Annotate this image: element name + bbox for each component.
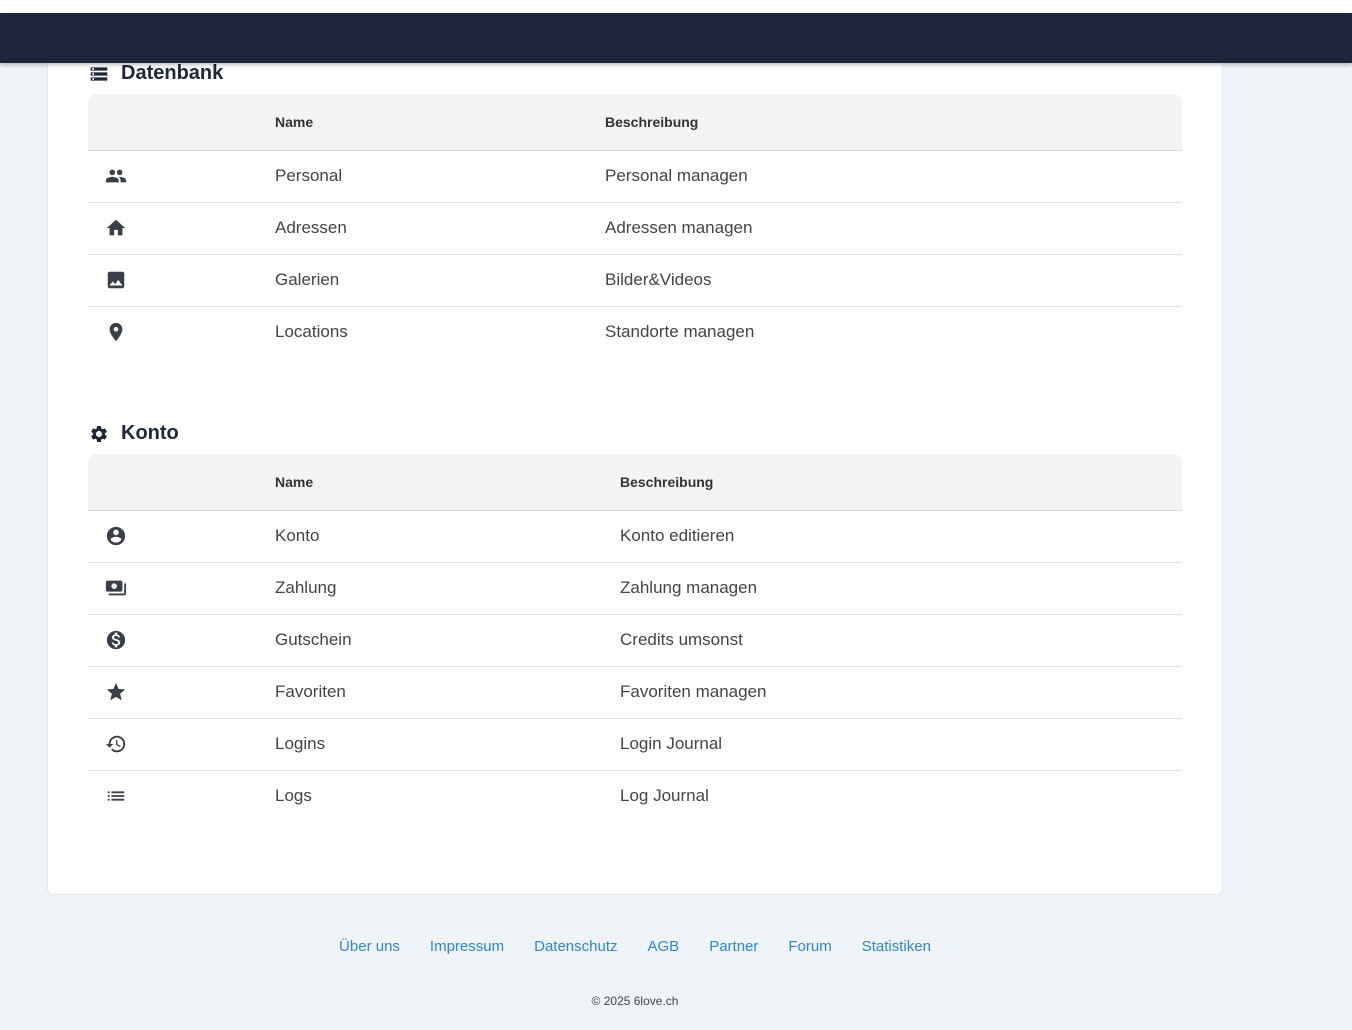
row-description: Credits umsonst <box>620 614 1182 667</box>
table-row-adressen[interactable]: Adressen Adressen managen <box>88 202 1182 255</box>
footer-link-agb[interactable]: AGB <box>648 938 680 955</box>
account-circle-icon <box>106 526 126 546</box>
row-name: Adressen <box>275 202 605 255</box>
row-name: Galerien <box>275 254 605 307</box>
table-row-logins[interactable]: Logins Login Journal <box>88 718 1182 771</box>
footer-link-ueber-uns[interactable]: Über uns <box>339 938 400 955</box>
image-icon <box>107 271 125 289</box>
footer-link-partner[interactable]: Partner <box>709 938 758 955</box>
row-description: Bilder&Videos <box>605 254 1182 307</box>
copyright: © 2025 6love.ch <box>591 994 679 1008</box>
row-description: Standorte managen <box>605 322 755 342</box>
footer-link-datenschutz[interactable]: Datenschutz <box>534 938 617 955</box>
location-pin-icon <box>109 323 123 342</box>
row-description: Personal managen <box>605 150 1182 203</box>
footer-link-statistiken[interactable]: Statistiken <box>862 938 931 955</box>
section-title-datenbank: Datenbank <box>89 62 223 85</box>
row-name: Zahlung <box>275 562 620 615</box>
table-row-zahlung[interactable]: Zahlung Zahlung managen <box>88 562 1182 615</box>
header-name: Name <box>275 454 620 511</box>
row-name: Personal <box>275 150 605 203</box>
table-row-gutschein[interactable]: Gutschein Credits umsonst <box>88 614 1182 667</box>
footer-links: Über uns Impressum Datenschutz AGB Partn… <box>0 938 1270 955</box>
table-row-locations[interactable]: Locations Standorte managen <box>88 306 1182 358</box>
table-row-konto[interactable]: Konto Konto editieren <box>88 510 1182 563</box>
top-strip <box>0 0 1352 13</box>
row-name: Konto <box>275 510 620 563</box>
header-icon-cell <box>88 454 275 511</box>
row-name: Gutschein <box>275 614 620 667</box>
row-description: Login Journal <box>620 718 1182 771</box>
row-description: Adressen managen <box>605 202 1182 255</box>
row-description: Log Journal <box>620 786 709 806</box>
konto-table: Name Beschreibung Konto Konto editieren … <box>88 454 1182 822</box>
top-navbar <box>0 13 1352 63</box>
row-name: Favoriten <box>275 666 620 719</box>
row-description: Favoriten managen <box>620 666 1182 719</box>
section-title-konto: Konto <box>89 422 179 445</box>
dollar-coin-icon <box>106 630 126 650</box>
star-icon <box>106 682 126 701</box>
section-title-label: Konto <box>121 422 179 444</box>
row-name: Locations <box>275 322 348 342</box>
gear-icon <box>91 425 107 442</box>
table-row-galerien[interactable]: Galerien Bilder&Videos <box>88 254 1182 307</box>
footer-link-impressum[interactable]: Impressum <box>430 938 504 955</box>
people-icon <box>105 169 127 183</box>
datenbank-table: Name Beschreibung Personal Personal mana… <box>88 94 1182 358</box>
row-name: Logs <box>275 786 312 806</box>
history-icon <box>105 735 126 753</box>
header-name: Name <box>275 94 605 151</box>
table-row-favoriten[interactable]: Favoriten Favoriten managen <box>88 666 1182 719</box>
table-row-logs[interactable]: Logs Log Journal <box>88 770 1182 822</box>
payments-icon <box>105 580 127 596</box>
table-header-row: Name Beschreibung <box>88 94 1182 151</box>
list-icon <box>107 791 125 801</box>
header-description: Beschreibung <box>605 94 1182 151</box>
database-list-icon <box>90 66 108 81</box>
table-row-personal[interactable]: Personal Personal managen <box>88 150 1182 203</box>
table-header-row: Name Beschreibung <box>88 454 1182 511</box>
header-icon-cell <box>88 94 275 151</box>
section-title-label: Datenbank <box>121 62 224 84</box>
header-description: Beschreibung <box>620 454 1182 511</box>
home-icon <box>106 219 126 236</box>
footer-link-forum[interactable]: Forum <box>788 938 831 955</box>
row-name: Logins <box>275 718 620 771</box>
row-description: Konto editieren <box>620 510 1182 563</box>
row-description: Zahlung managen <box>620 562 1182 615</box>
